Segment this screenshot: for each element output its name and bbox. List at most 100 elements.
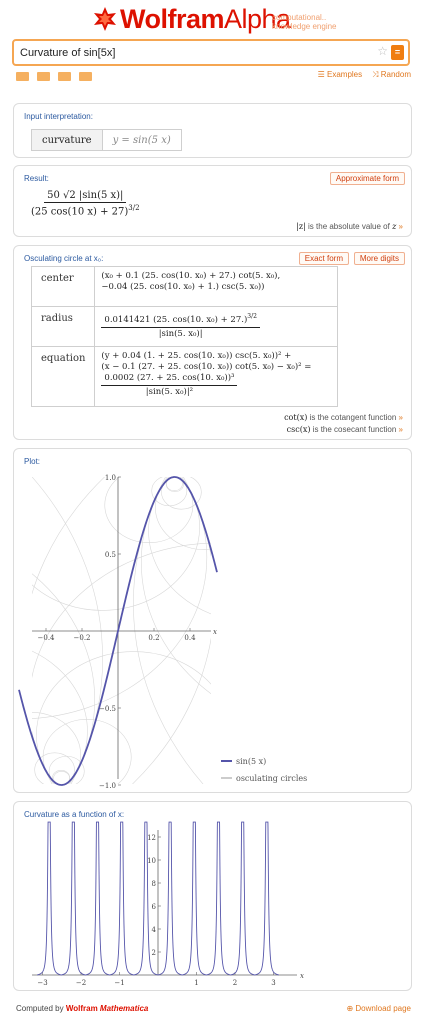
random-label: Random [380, 70, 411, 79]
legend-curve-label: sin(5 x) [236, 757, 266, 766]
osculating-circle [148, 477, 211, 615]
chevron-right-icon[interactable]: » [399, 222, 403, 231]
tagline-line2: knowledge engine [272, 22, 337, 31]
more-digits-button[interactable]: More digits [353, 252, 405, 265]
footer-wolfram[interactable]: Wolfram [66, 1004, 98, 1013]
x-tick-label: 3 [271, 979, 275, 987]
footer-mathematica[interactable]: Mathematica [100, 1004, 148, 1013]
pod-title: Result: [24, 174, 49, 183]
x-tick-label: 2 [233, 979, 237, 987]
exact-form-button[interactable]: Exact form [298, 252, 349, 265]
radius-numerator: 0.0141421 (25. cos(10. x₀) + 27.) [104, 314, 248, 325]
radius-value: 0.0141421 (25. cos(10. x₀) + 27.)3/2 |si… [94, 306, 338, 347]
interpretation-box: curvature y = sin(5 x) [31, 129, 182, 151]
osculating-circle [132, 477, 211, 784]
legend-circles-label: osculating circles [236, 774, 307, 783]
favorite-star-icon[interactable]: ☆ [377, 44, 388, 58]
x-tick-label: −0.2 [74, 634, 91, 642]
brand-wolfram: Wolfram [120, 4, 225, 34]
curvature-pod: Curvature as a function of x: −3 −2 −1 1 2 3 2… [13, 801, 412, 991]
file-upload-icon[interactable] [79, 72, 92, 81]
plot-pod: Plot: −0.4 −0.2 0.2 0.4 −1.0 −0.5 0.5 1.0 x sin(… [13, 448, 412, 793]
result-expression: 50 √2 |sin(5 x)| (25 cos(10 x) + 27)3/2 [31, 190, 140, 217]
x-tick-label: −2 [76, 979, 86, 987]
computed-by: Computed by Wolfram Mathematica [16, 1004, 148, 1013]
curvature-chart[interactable]: −3 −2 −1 1 2 324681012x [14, 802, 411, 990]
wolfram-alpha-logo[interactable]: WolframAlpha [92, 4, 291, 34]
image-input-icon[interactable] [37, 72, 50, 81]
y-tick-label: −1.0 [99, 782, 116, 790]
table-row: center (x₀ + 0.1 (25. cos(10. x₀) + 27.)… [30, 266, 338, 307]
csc-note: csc(x) is the cosecant function » [287, 425, 403, 434]
x-tick-label: −0.4 [38, 634, 56, 642]
radius-denominator: |sin(5. x₀)| [158, 328, 203, 339]
search-input[interactable] [14, 41, 374, 64]
osculating-circle [32, 477, 208, 719]
osculating-circle [32, 477, 106, 784]
y-tick-label: 10 [147, 857, 156, 865]
x-tick-label: 0.4 [184, 634, 196, 642]
radius-exponent: 3/2 [247, 313, 257, 320]
examples-link[interactable]: ☰ Examples [318, 70, 363, 80]
data-input-icon[interactable] [58, 72, 71, 81]
interpretation-right: y = sin(5 x) [112, 134, 171, 146]
plot-chart[interactable]: −0.4 −0.2 0.2 0.4 −1.0 −0.5 0.5 1.0 x sin(5 x) o… [14, 449, 411, 792]
equation-label: equation [30, 346, 96, 407]
header: WolframAlpha computational.. knowledge e… [0, 0, 425, 92]
tagline-line1: computational.. [272, 13, 327, 22]
download-label: Download page [355, 1004, 411, 1013]
footer: Computed by Wolfram Mathematica ⊕ Downlo… [0, 998, 425, 1024]
tagline: computational.. knowledge engine [272, 13, 337, 31]
table-row: radius 0.0141421 (25. cos(10. x₀) + 27.)… [30, 306, 338, 347]
result-den-exponent: 3/2 [128, 204, 140, 212]
pod-title: Osculating circle at x₀: [24, 254, 104, 263]
x-tick-label: 0.2 [148, 634, 159, 642]
chevron-right-icon[interactable]: » [399, 413, 403, 422]
note-text: is the absolute value of [308, 222, 390, 231]
shuffle-icon: ⤨ [372, 70, 381, 79]
cot-note: cot(x) is the cotangent function » [284, 413, 403, 422]
equation-denominator: |sin(5. x₀)|² [145, 387, 194, 397]
y-tick-label: −0.5 [99, 705, 116, 713]
examples-label: Examples [327, 70, 363, 79]
chevron-right-icon[interactable]: » [399, 425, 403, 434]
note-variable: z [392, 222, 397, 231]
equation-line2: (x − 0.1 (27. + 25. cos(10. x₀)) cot(5. … [101, 362, 312, 372]
osculating-table: center (x₀ + 0.1 (25. cos(10. x₀) + 27.)… [30, 266, 338, 407]
result-numerator: 50 √2 |sin(5 x)| [44, 190, 127, 203]
compute-button[interactable]: = [391, 45, 404, 60]
radius-label: radius [30, 306, 96, 347]
random-link[interactable]: ⤨ Random [372, 70, 411, 80]
abs-value-note: |z| is the absolute value of z » [296, 222, 403, 231]
osculating-circle [32, 573, 95, 784]
x-tick-label: −1 [114, 979, 124, 987]
approximate-form-button[interactable]: Approximate form [329, 172, 405, 185]
note-symbol: cot(x) [284, 413, 308, 422]
search-box: ☆ = [12, 39, 410, 66]
y-tick-label: 1.0 [105, 474, 116, 482]
interpretation-left: curvature [32, 130, 103, 150]
y-tick-label: 2 [152, 949, 156, 957]
input-interpretation-pod: Input interpretation: curvature y = sin(… [13, 103, 412, 158]
osculating-circles [32, 477, 211, 784]
equation-value: (y + 0.04 (1. + 25. cos(10. x₀)) csc(5. … [94, 346, 338, 407]
equation-line1: (y + 0.04 (1. + 25. cos(10. x₀)) csc(5. … [101, 351, 292, 361]
x-tick-label: 1 [194, 979, 198, 987]
list-icon: ☰ [317, 70, 327, 79]
y-tick-label: 12 [147, 834, 156, 842]
x-axis-label: x [300, 972, 304, 980]
osculating-circle [32, 542, 211, 784]
keyboard-icon[interactable] [16, 72, 29, 81]
x-tick-label: −3 [37, 979, 47, 987]
computed-by-text: Computed by [16, 1004, 64, 1013]
center-line1: (x₀ + 0.1 (25. cos(10. x₀) + 27.) cot(5.… [101, 271, 281, 281]
osculating-circle-pod: Osculating circle at x₀: Exact form More… [13, 245, 412, 440]
osculating-circle [141, 477, 211, 695]
table-row: equation (y + 0.04 (1. + 25. cos(10. x₀)… [30, 346, 338, 407]
equation-numerator: 0.0002 (27. + 25. cos(10. x₀))³ [101, 373, 238, 386]
x-axis-label: x [213, 628, 217, 636]
header-links: ☰ Examples ⤨ Random [318, 70, 411, 80]
note-text: is the cotangent function [309, 413, 397, 422]
toolbar-icons [16, 72, 92, 81]
download-page-link[interactable]: ⊕ Download page [346, 1004, 411, 1013]
